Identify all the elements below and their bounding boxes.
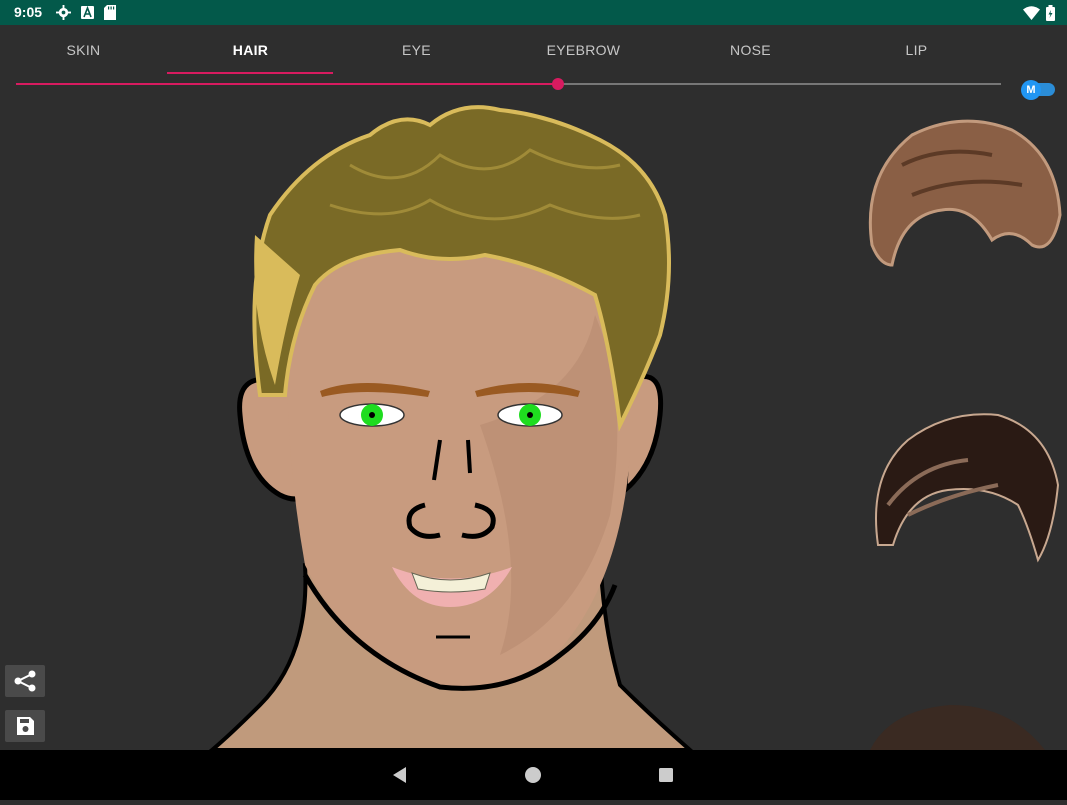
hair-style-brown-curl[interactable] [862, 115, 1062, 270]
left-eye-pupil [369, 412, 375, 418]
tab-nose[interactable]: NOSE [667, 25, 834, 75]
size-slider[interactable] [16, 76, 1001, 94]
sd-card-icon [104, 5, 116, 20]
nav-back-button[interactable] [375, 750, 425, 800]
tab-lip[interactable]: LIP [833, 25, 1000, 75]
tab-eyebrow[interactable]: EYEBROW [500, 25, 667, 75]
feature-tabs: SKIN HAIR EYE EYEBROW NOSE LIP [0, 25, 1000, 75]
save-button[interactable] [5, 710, 45, 742]
status-bar: 9:05 [0, 0, 1067, 25]
nav-home-button[interactable] [508, 750, 558, 800]
slider-thumb[interactable] [552, 78, 564, 90]
nav-recents-button[interactable] [641, 750, 691, 800]
face-canvas[interactable] [200, 95, 720, 750]
text-a-icon [81, 6, 94, 19]
hair-style-dark-spiky[interactable] [868, 405, 1063, 565]
back-icon [393, 767, 406, 783]
mirror-toggle[interactable]: M [1021, 80, 1057, 100]
battery-icon [1046, 4, 1055, 21]
gear-icon [56, 5, 71, 20]
tab-eye[interactable]: EYE [333, 25, 500, 75]
hair-style-dark-partial[interactable] [870, 700, 1050, 750]
tab-skin[interactable]: SKIN [0, 25, 167, 75]
recents-icon [659, 768, 673, 782]
active-tab-indicator [167, 72, 333, 74]
tab-hair[interactable]: HAIR [167, 25, 334, 75]
nose-bridge-right [466, 439, 472, 474]
right-eye-pupil [527, 412, 533, 418]
status-time: 9:05 [14, 4, 43, 20]
slider-fill [16, 83, 558, 85]
share-button[interactable] [5, 665, 45, 697]
navigation-bar [0, 750, 1067, 800]
save-icon [17, 717, 34, 735]
home-icon [525, 767, 541, 783]
share-icon [14, 670, 36, 692]
toggle-thumb: M [1021, 80, 1041, 100]
wifi-icon [1023, 5, 1040, 20]
